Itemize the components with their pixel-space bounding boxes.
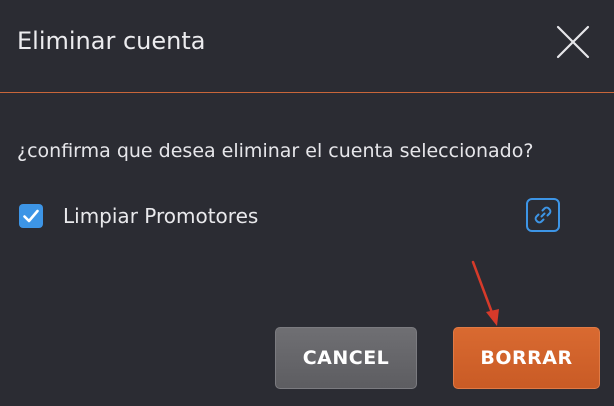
dialog-header: Eliminar cuenta [0,0,614,93]
link-button[interactable] [526,198,560,232]
clean-promoters-checkbox[interactable] [19,204,43,228]
close-icon [556,25,590,59]
clean-promoters-label[interactable]: Limpiar Promotores [63,204,258,228]
checkmark-icon [23,209,39,223]
dialog-title: Eliminar cuenta [17,27,206,55]
cancel-button[interactable]: CANCEL [275,327,417,389]
delete-button[interactable]: BORRAR [453,327,600,389]
annotation-arrow-icon [471,260,499,326]
confirmation-message: ¿confirma que desea eliminar el cuenta s… [17,140,534,162]
close-button[interactable] [556,25,590,59]
clean-promoters-option: Limpiar Promotores [19,202,258,230]
link-icon [534,206,552,224]
delete-account-dialog: Eliminar cuenta ¿confirma que desea elim… [0,0,614,406]
